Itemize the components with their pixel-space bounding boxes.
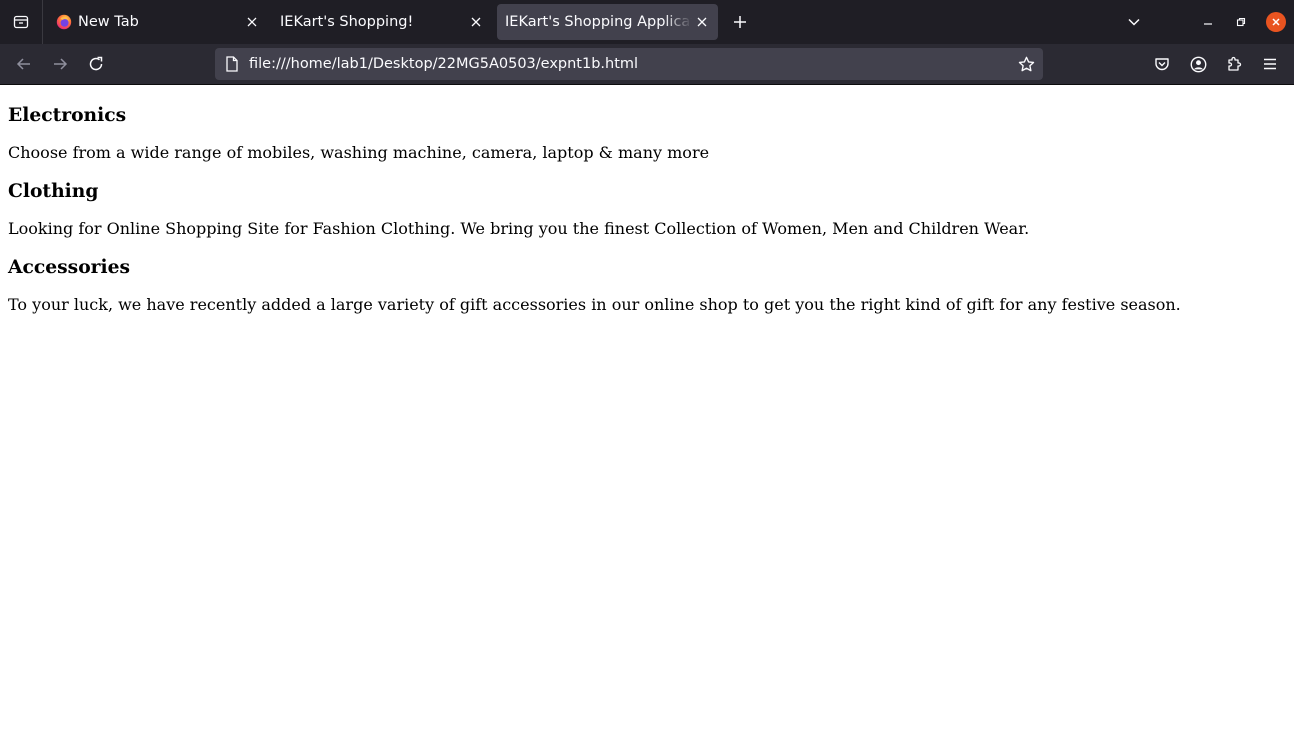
close-icon	[247, 17, 257, 27]
app-menu-button[interactable]	[1258, 52, 1282, 76]
section-heading-accessories: Accessories	[8, 256, 131, 278]
list-all-tabs-button[interactable]	[1122, 10, 1146, 34]
close-icon	[1272, 18, 1280, 26]
close-icon	[697, 17, 707, 27]
chevron-down-icon	[1128, 18, 1140, 26]
pocket-icon	[1155, 58, 1169, 71]
tab-strip: New Tab IEKart's Shopping! IEKart's Shop…	[0, 0, 1294, 44]
forward-button[interactable]	[48, 52, 72, 76]
reload-icon	[89, 56, 103, 71]
star-icon	[1018, 56, 1034, 71]
arrow-left-icon	[16, 58, 30, 70]
close-tab-button[interactable]	[466, 12, 486, 32]
close-icon	[471, 17, 481, 27]
close-window-button[interactable]	[1266, 12, 1286, 32]
restore-button[interactable]	[1231, 12, 1251, 32]
reload-button[interactable]	[84, 52, 108, 76]
firefox-view-button[interactable]	[0, 0, 43, 44]
page-content: Electronics Choose from a wide range of …	[0, 85, 1294, 741]
navigation-toolbar: file:///home/lab1/Desktop/22MG5A0503/exp…	[0, 44, 1294, 85]
section-text-accessories: To your luck, we have recently added a l…	[8, 295, 1181, 314]
section-text-clothing: Looking for Online Shopping Site for Fas…	[8, 219, 1030, 238]
extensions-button[interactable]	[1222, 52, 1246, 76]
tab-iekart-shopping-application[interactable]: IEKart's Shopping Application	[497, 4, 718, 40]
tab-title: IEKart's Shopping Application	[505, 14, 692, 30]
restore-icon	[1236, 17, 1246, 27]
bookmark-button[interactable]	[1016, 54, 1036, 74]
tab-iekart-shopping[interactable]: IEKart's Shopping!	[272, 4, 492, 40]
tab-title: IEKart's Shopping!	[280, 14, 414, 30]
section-text-electronics: Choose from a wide range of mobiles, was…	[8, 143, 710, 162]
minimize-button[interactable]	[1198, 12, 1218, 32]
section-heading-electronics: Electronics	[8, 104, 127, 126]
back-button[interactable]	[12, 52, 36, 76]
new-tab-button[interactable]	[728, 10, 752, 34]
tab-new-tab[interactable]: New Tab	[48, 4, 268, 40]
minimize-icon	[1204, 23, 1212, 25]
account-button[interactable]	[1186, 52, 1210, 76]
hamburger-menu-icon	[1264, 58, 1276, 70]
page-icon	[224, 56, 240, 72]
plus-icon	[734, 16, 746, 28]
firefox-icon	[56, 14, 72, 30]
firefox-view-icon	[13, 15, 29, 29]
puzzle-icon	[1228, 56, 1242, 71]
url-text[interactable]: file:///home/lab1/Desktop/22MG5A0503/exp…	[249, 56, 1016, 72]
tab-title: New Tab	[78, 14, 139, 30]
url-bar[interactable]: file:///home/lab1/Desktop/22MG5A0503/exp…	[215, 48, 1043, 80]
account-icon	[1190, 56, 1206, 72]
pocket-button[interactable]	[1150, 52, 1174, 76]
arrow-right-icon	[54, 58, 68, 70]
close-tab-button[interactable]	[692, 12, 712, 32]
close-tab-button[interactable]	[242, 12, 262, 32]
section-heading-clothing: Clothing	[8, 180, 99, 202]
